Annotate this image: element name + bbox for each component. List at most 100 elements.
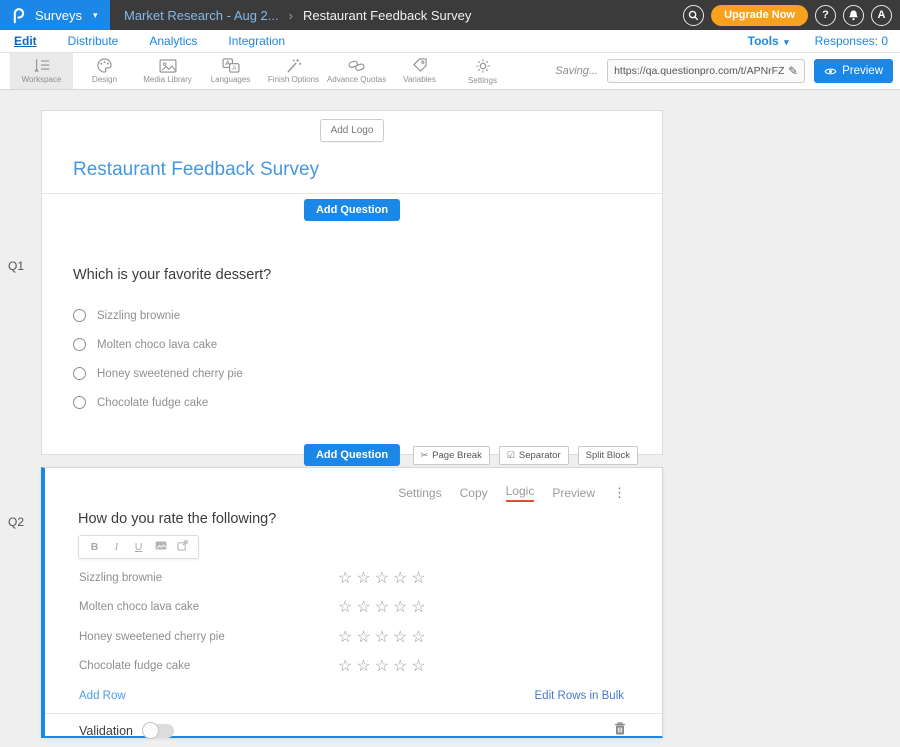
tab-analytics[interactable]: Analytics: [149, 34, 197, 48]
insert-image-button[interactable]: [155, 541, 166, 553]
toolbar-item-settings[interactable]: Settings: [451, 53, 514, 89]
header-divider: [42, 193, 662, 194]
edit-rows-in-bulk-link[interactable]: Edit Rows in Bulk: [535, 690, 624, 702]
survey-block-1: Add Logo Restaurant Feedback Survey Add …: [41, 110, 663, 455]
help-button[interactable]: ?: [815, 5, 836, 26]
toggle-knob: [142, 722, 159, 739]
toolbar-item-label: Languages: [211, 75, 251, 84]
option-label[interactable]: Honey sweetened cherry pie: [97, 368, 243, 380]
chain-link-icon: [348, 58, 365, 73]
account-avatar[interactable]: A: [871, 5, 892, 26]
q2-side-label: Q2: [8, 515, 24, 529]
italic-button[interactable]: I: [111, 542, 122, 553]
add-logo-button[interactable]: Add Logo: [320, 119, 385, 142]
upgrade-now-button[interactable]: Upgrade Now: [711, 5, 808, 26]
q2-preview-action[interactable]: Preview: [552, 486, 595, 500]
bell-icon: [848, 9, 859, 21]
validation-row: Validation: [45, 714, 662, 747]
tools-menu[interactable]: Tools ▾: [748, 34, 789, 48]
matrix-row-label[interactable]: Chocolate fudge cake: [79, 660, 338, 672]
palette-icon: [96, 58, 113, 73]
option-label[interactable]: Chocolate fudge cake: [97, 397, 208, 409]
star-rating-icons[interactable]: ☆☆☆☆☆: [338, 656, 430, 676]
option-label[interactable]: Sizzling brownie: [97, 310, 180, 322]
responses-count[interactable]: Responses: 0: [815, 34, 888, 48]
matrix-row: Honey sweetened cherry pie ☆☆☆☆☆: [45, 622, 662, 652]
matrix-row-label[interactable]: Sizzling brownie: [79, 572, 338, 584]
notifications-button[interactable]: [843, 5, 864, 26]
preview-button[interactable]: Preview: [814, 59, 893, 83]
text-format-toolbar: B I U: [78, 535, 199, 559]
image-icon: [155, 541, 167, 550]
radio-icon[interactable]: [73, 367, 86, 380]
avatar-letter: A: [878, 9, 886, 21]
star-rating-icons[interactable]: ☆☆☆☆☆: [338, 597, 430, 617]
toolbar-item-label: Advance Quotas: [327, 75, 386, 84]
add-question-button-top[interactable]: Add Question: [304, 199, 400, 221]
radio-icon[interactable]: [73, 396, 86, 409]
tab-integration[interactable]: Integration: [228, 34, 285, 48]
q1-question-text[interactable]: Which is your favorite dessert?: [73, 267, 662, 283]
radio-icon[interactable]: [73, 309, 86, 322]
delete-question-button[interactable]: [614, 721, 626, 740]
q2-logic-action[interactable]: Logic: [506, 484, 535, 502]
toolbar-item-workspace[interactable]: Workspace: [10, 53, 73, 89]
survey-url-box: ✎: [607, 59, 805, 83]
toolbar-item-finish-options[interactable]: Finish Options: [262, 53, 325, 89]
breadcrumb-parent[interactable]: Market Research - Aug 2...: [124, 8, 279, 23]
validation-toggle[interactable]: [143, 724, 174, 738]
star-rating-icons[interactable]: ☆☆☆☆☆: [338, 568, 430, 588]
option-label[interactable]: Molten choco lava cake: [97, 339, 217, 351]
toolbar-item-media-library[interactable]: Media Library: [136, 53, 199, 89]
q2-copy-action[interactable]: Copy: [460, 486, 488, 500]
toolbar-item-label: Media Library: [143, 75, 191, 84]
survey-block-2-selected: Settings Copy Logic Preview ⋮ How do you…: [41, 467, 663, 738]
toolbar-item-label: Design: [92, 75, 117, 84]
radio-icon[interactable]: [73, 338, 86, 351]
toolbar-item-variables[interactable]: Variables: [388, 53, 451, 89]
tab-distribute[interactable]: Distribute: [68, 34, 119, 48]
edit-url-pencil-icon[interactable]: ✎: [788, 64, 798, 78]
toolbar-item-design[interactable]: Design: [73, 53, 136, 89]
add-question-row-top: Add Question: [42, 199, 662, 221]
star-rating-icons[interactable]: ☆☆☆☆☆: [338, 627, 430, 647]
caret-down-icon: ▾: [784, 37, 789, 47]
breadcrumb-current: Restaurant Feedback Survey: [303, 8, 471, 23]
subnav-right: Tools ▾ Responses: 0: [748, 34, 888, 48]
magic-wand-icon: [286, 58, 302, 73]
tab-edit[interactable]: Edit: [14, 34, 37, 48]
toolbar-item-advance-quotas[interactable]: Advance Quotas: [325, 53, 388, 89]
underline-button[interactable]: U: [133, 541, 144, 553]
toolbar-item-label: Variables: [403, 75, 436, 84]
q2-question-text[interactable]: How do you rate the following?: [78, 511, 662, 527]
subnav-tabs: Edit Distribute Analytics Integration: [14, 34, 285, 48]
more-options-icon[interactable]: ⋮: [613, 485, 626, 501]
questionpro-logo-icon: [10, 6, 26, 24]
matrix-row: Sizzling brownie ☆☆☆☆☆: [45, 563, 662, 593]
split-block-button[interactable]: Split Block: [578, 446, 638, 465]
insert-link-button[interactable]: [177, 540, 188, 554]
matrix-row-label[interactable]: Honey sweetened cherry pie: [79, 631, 338, 643]
q2-settings-action[interactable]: Settings: [398, 486, 441, 500]
survey-subnav: Edit Distribute Analytics Integration To…: [0, 30, 900, 53]
separator-button[interactable]: ☑ Separator: [499, 446, 569, 465]
navbar-right: Upgrade Now ? A: [683, 5, 900, 26]
q1-option-row: Molten choco lava cake: [73, 330, 662, 359]
validation-label: Validation: [79, 724, 133, 738]
surveys-menu-label: Surveys: [35, 8, 82, 23]
top-navbar: Surveys ▾ Market Research - Aug 2... › R…: [0, 0, 900, 30]
matrix-row: Molten choco lava cake ☆☆☆☆☆: [45, 593, 662, 623]
add-row-link[interactable]: Add Row: [79, 690, 126, 702]
surveys-menu[interactable]: Surveys ▾: [0, 0, 110, 30]
rating-matrix: Sizzling brownie ☆☆☆☆☆ Molten choco lava…: [45, 563, 662, 681]
page-break-button[interactable]: ✂ Page Break: [413, 446, 490, 465]
matrix-row-label[interactable]: Molten choco lava cake: [79, 601, 338, 613]
q2-action-bar: Settings Copy Logic Preview ⋮: [45, 468, 662, 502]
search-button[interactable]: [683, 5, 704, 26]
add-question-button-bottom[interactable]: Add Question: [304, 444, 400, 466]
toolbar-item-languages[interactable]: A Languages: [199, 53, 262, 89]
survey-title[interactable]: Restaurant Feedback Survey: [73, 159, 662, 181]
saving-status: Saving...: [555, 65, 598, 77]
survey-url-input[interactable]: [614, 65, 784, 77]
bold-button[interactable]: B: [89, 541, 100, 553]
